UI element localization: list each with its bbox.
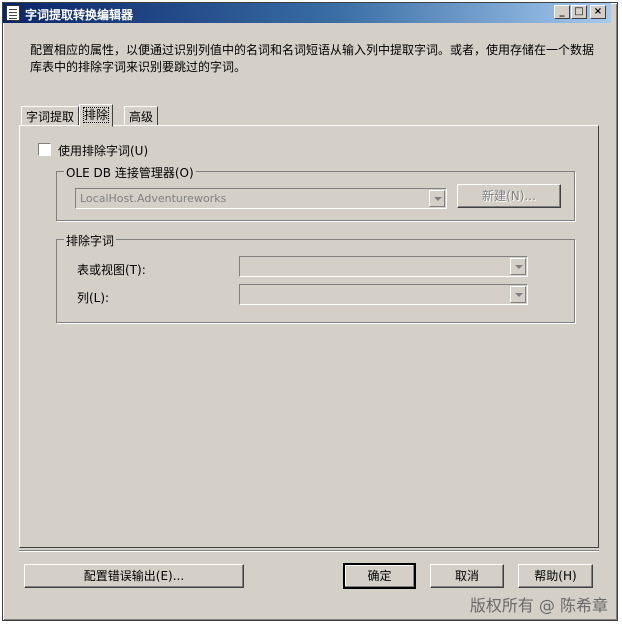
connection-manager-select[interactable]: LocalHost.Adventureworks <box>75 188 447 209</box>
maximize-button[interactable]: □ <box>571 5 587 19</box>
tab-term-extraction[interactable]: 字词提取 <box>21 106 80 126</box>
use-exclusion-checkbox[interactable] <box>38 143 51 156</box>
close-button[interactable]: × <box>590 5 606 19</box>
oledb-group-title: OLE DB 连接管理器(O) <box>64 164 196 181</box>
minimize-button[interactable]: _ <box>554 5 570 19</box>
chevron-down-icon[interactable] <box>510 258 526 275</box>
column-select[interactable] <box>239 284 528 305</box>
document-icon <box>6 5 20 21</box>
help-button[interactable]: 帮助(H) <box>518 564 593 588</box>
ok-button[interactable]: 确定 <box>343 563 416 589</box>
exclusion-terms-group-title: 排除字词 <box>64 232 117 249</box>
new-connection-button[interactable]: 新建(N)... <box>457 184 561 208</box>
chevron-down-icon[interactable] <box>510 286 526 303</box>
title-bar[interactable]: 字词提取转换编辑器 _ □ × <box>3 3 611 23</box>
window-title: 字词提取转换编辑器 <box>25 8 134 22</box>
tab-advanced[interactable]: 高级 <box>124 106 159 126</box>
configure-error-output-button[interactable]: 配置错误输出(E)... <box>24 564 244 588</box>
tab-exclusion[interactable]: 排除 <box>79 104 114 127</box>
tab-label: 字词提取 <box>26 110 75 124</box>
chevron-down-icon[interactable] <box>429 190 445 207</box>
footer-separator <box>19 550 599 552</box>
cancel-button[interactable]: 取消 <box>430 564 504 588</box>
use-exclusion-label[interactable]: 使用排除字词(U) <box>58 142 148 159</box>
tab-label: 排除 <box>82 107 110 123</box>
table-view-label: 表或视图(T): <box>77 263 146 277</box>
description-text: 配置相应的属性，以便通过识别列值中的名词和名词短语从输入列中提取字词。或者，使用… <box>30 43 595 74</box>
copyright-watermark: 版权所有 @ 陈希章 <box>469 596 608 615</box>
column-label: 列(L): <box>77 291 110 305</box>
table-view-select[interactable] <box>239 256 528 277</box>
connection-manager-value: LocalHost.Adventureworks <box>80 192 227 205</box>
tab-label: 高级 <box>129 110 154 124</box>
exclusion-terms-group <box>56 239 575 323</box>
